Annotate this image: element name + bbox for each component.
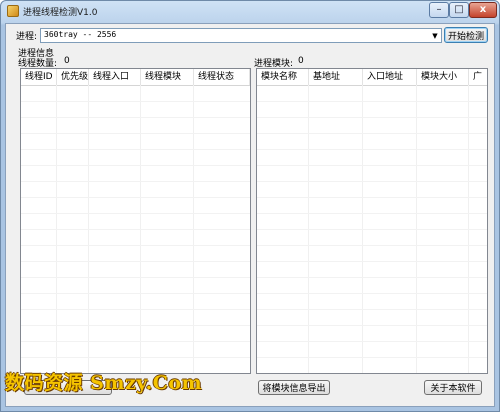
column-thread-module[interactable]: 线程模块 <box>141 69 194 85</box>
column-module-name[interactable]: 模块名称 <box>257 69 309 85</box>
grid-line <box>257 229 487 230</box>
grid-line <box>21 341 250 342</box>
start-detect-button[interactable]: 开始检测 <box>444 27 488 43</box>
grid-line <box>21 229 250 230</box>
grid-line <box>257 165 487 166</box>
grid-line <box>21 133 250 134</box>
thread-list-header: 线程ID 优先级 线程入口 线程模块 线程状态 <box>21 69 250 86</box>
process-select[interactable]: 360tray -- 2556 ▼ <box>40 28 442 43</box>
minimize-button[interactable]: – <box>429 2 449 18</box>
grid-line <box>21 309 250 310</box>
grid-line <box>21 213 250 214</box>
column-thread-id[interactable]: 线程ID <box>21 69 57 85</box>
grid-line <box>257 309 487 310</box>
column-thread-status[interactable]: 线程状态 <box>194 69 250 85</box>
grid-line <box>21 197 250 198</box>
column-module-path[interactable]: 广 <box>469 69 487 85</box>
window-title: 进程线程检测V1.0 <box>23 8 98 18</box>
grid-line <box>257 117 487 118</box>
close-button[interactable]: x <box>469 2 497 18</box>
grid-line <box>257 325 487 326</box>
grid-line <box>21 261 250 262</box>
grid-line <box>21 357 250 358</box>
grid-line <box>21 293 250 294</box>
grid-line <box>257 277 487 278</box>
about-button[interactable]: 关于本软件 <box>424 380 482 395</box>
grid-line <box>257 245 487 246</box>
maximize-button[interactable]: □ <box>449 2 469 18</box>
grid-line <box>21 149 250 150</box>
app-icon <box>7 5 19 17</box>
app-window: 进程线程检测V1.0 – □ x 进程: 360tray -- 2556 ▼ 开… <box>0 0 500 412</box>
column-base-address[interactable]: 基地址 <box>309 69 363 85</box>
grid-line <box>257 149 487 150</box>
grid-line <box>257 213 487 214</box>
grid-line <box>21 181 250 182</box>
module-count-value: 0 <box>298 56 304 66</box>
grid-line <box>21 325 250 326</box>
grid-line <box>257 341 487 342</box>
grid-line <box>257 197 487 198</box>
grid-line <box>257 357 487 358</box>
grid-line <box>257 293 487 294</box>
grid-line <box>257 101 487 102</box>
column-thread-entry[interactable]: 线程入口 <box>89 69 141 85</box>
export-modules-button[interactable]: 将模块信息导出 <box>258 380 330 395</box>
grid-line <box>21 165 250 166</box>
site-watermark: 数码资源 Smzy.Com <box>5 372 203 394</box>
grid-line <box>257 181 487 182</box>
column-priority[interactable]: 优先级 <box>57 69 89 85</box>
thread-list[interactable]: 线程ID 优先级 线程入口 线程模块 线程状态 <box>20 68 251 374</box>
grid-line <box>21 245 250 246</box>
client-area: 进程: 360tray -- 2556 ▼ 开始检测 进程信息 线程数量: 0 … <box>5 23 495 407</box>
title-bar[interactable]: 进程线程检测V1.0 – □ x <box>1 1 499 23</box>
grid-line <box>21 101 250 102</box>
grid-line <box>257 261 487 262</box>
process-label: 进程: <box>16 32 38 42</box>
grid-line <box>21 277 250 278</box>
dropdown-arrow-icon[interactable]: ▼ <box>429 29 441 42</box>
column-entry-address[interactable]: 入口地址 <box>363 69 417 85</box>
process-select-value: 360tray -- 2556 <box>44 30 117 39</box>
grid-line <box>21 117 250 118</box>
module-list-header: 模块名称 基地址 入口地址 模块大小 广 <box>257 69 487 86</box>
column-module-size[interactable]: 模块大小 <box>417 69 469 85</box>
grid-line <box>257 133 487 134</box>
module-list[interactable]: 模块名称 基地址 入口地址 模块大小 广 <box>256 68 488 374</box>
thread-count-value: 0 <box>64 56 70 66</box>
